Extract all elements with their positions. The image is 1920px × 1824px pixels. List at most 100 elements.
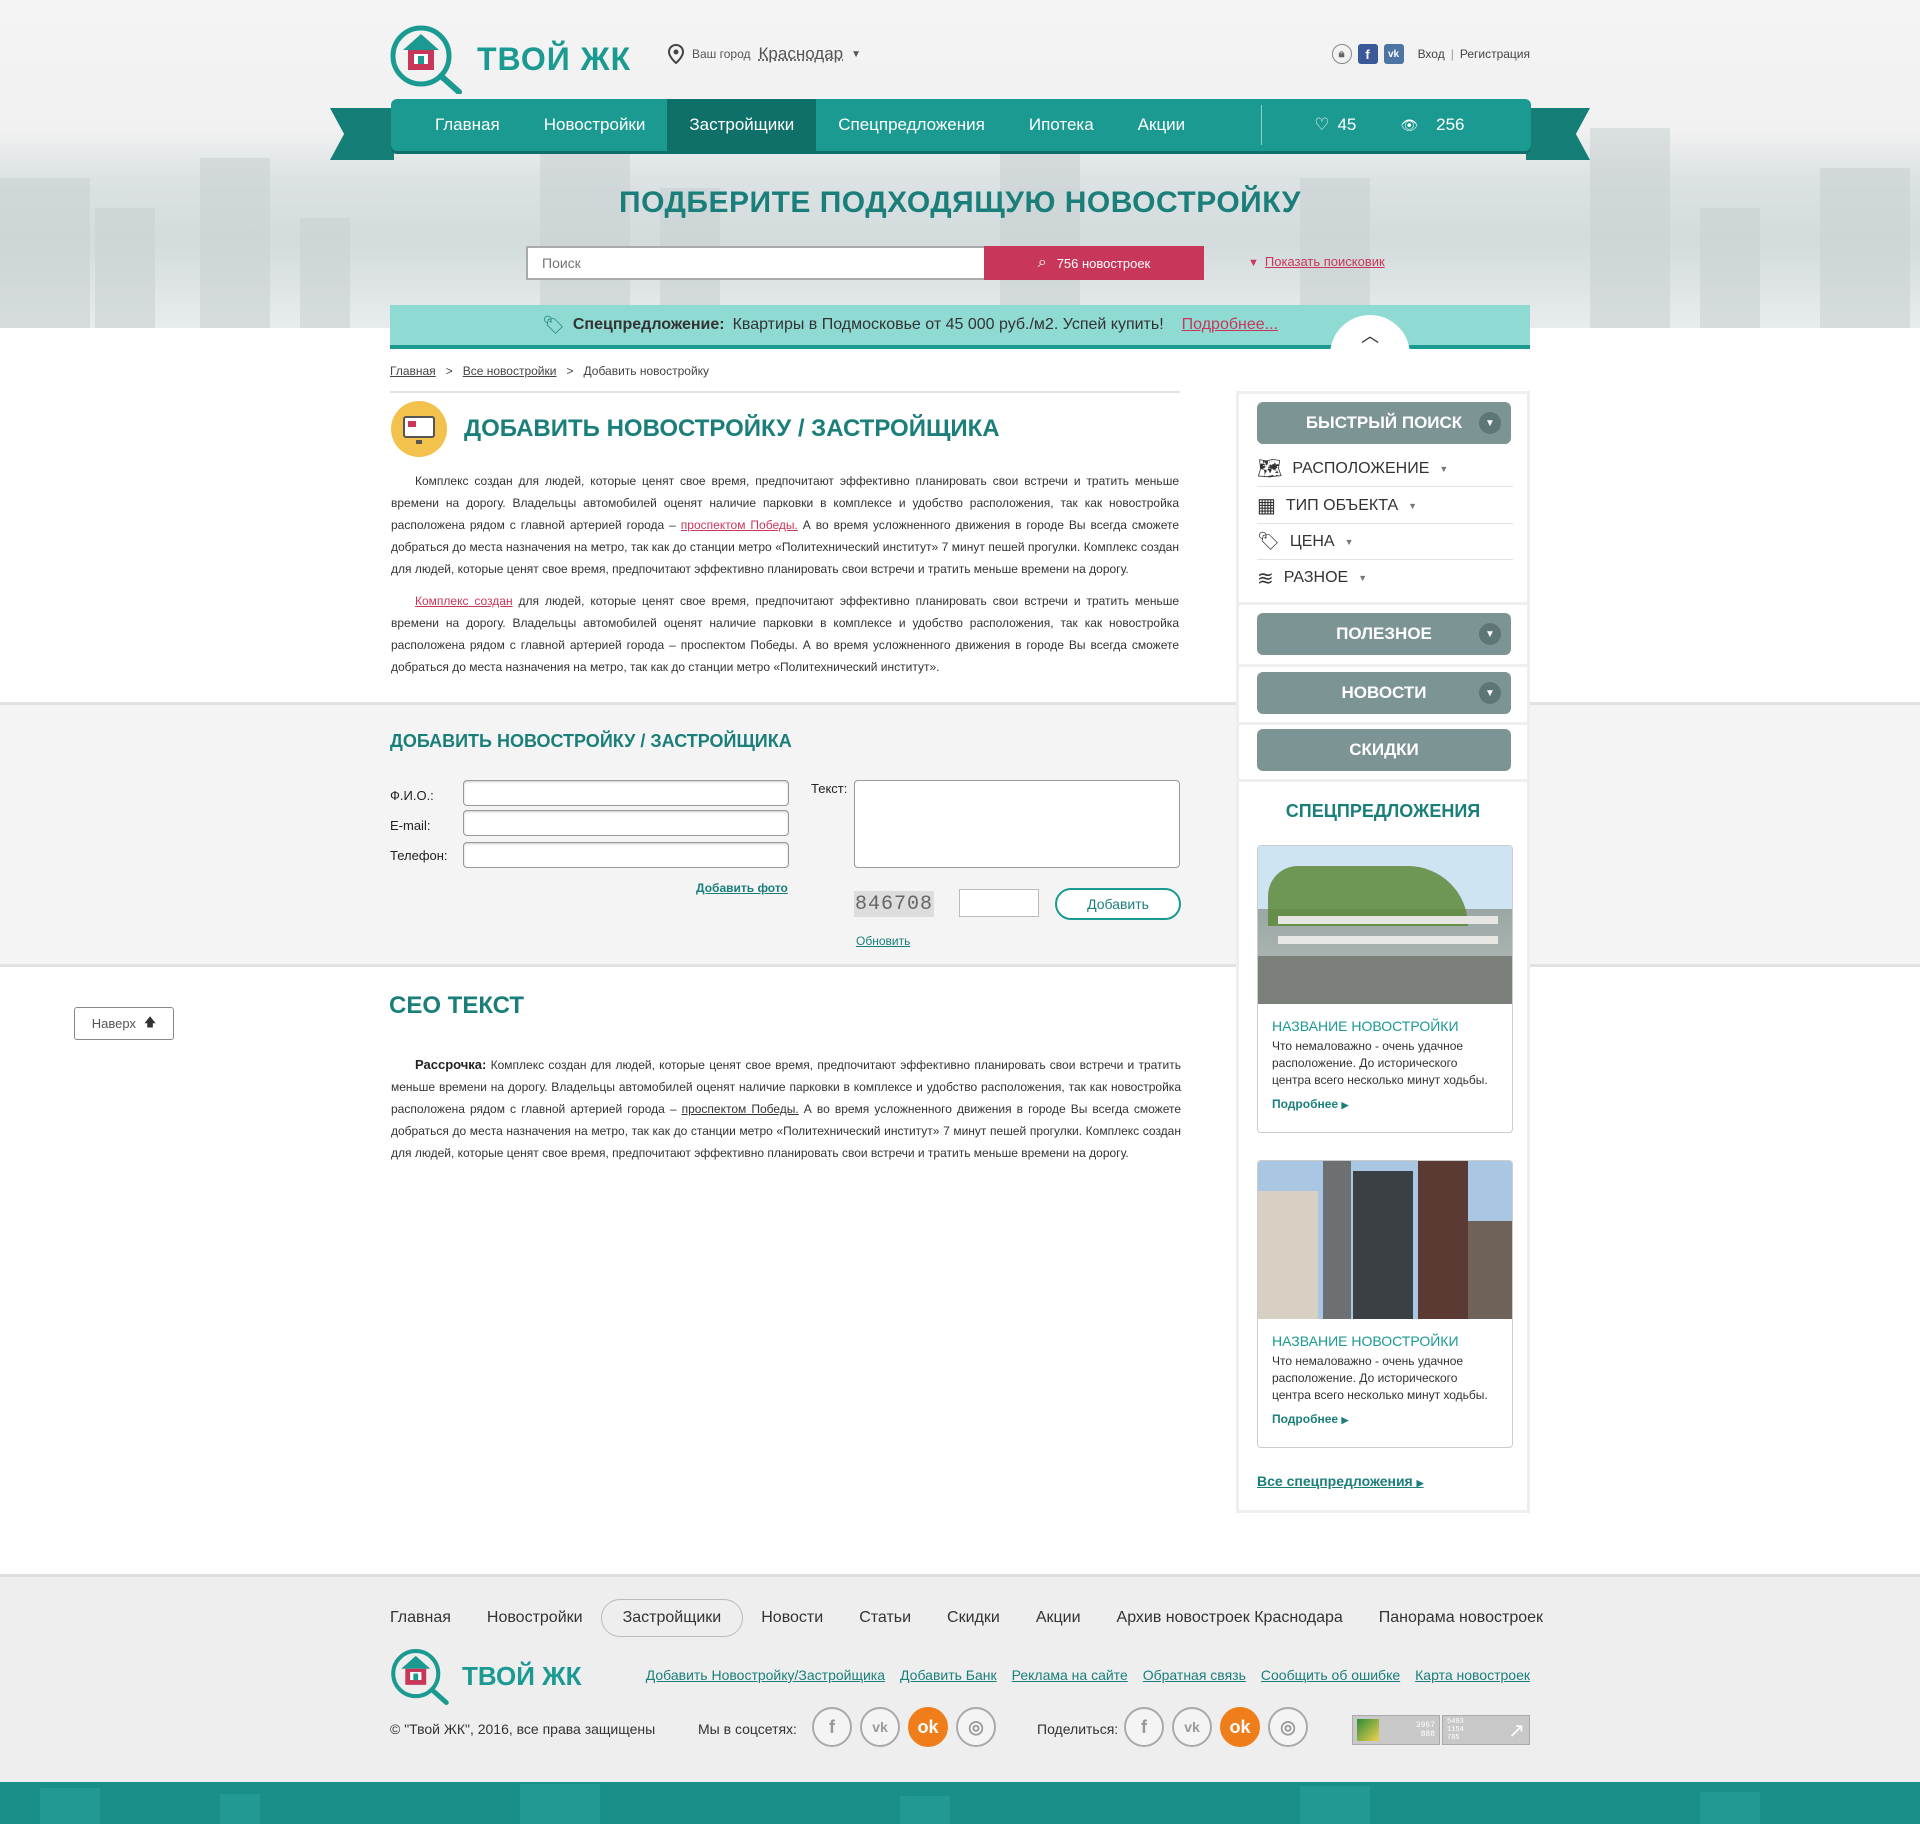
breadcrumb-all-new-buildings[interactable]: Все новостройки xyxy=(463,364,557,378)
caret-down-icon: ▼ xyxy=(1408,500,1418,511)
footer-link-panorama[interactable]: Панорама новостроек xyxy=(1361,1599,1543,1637)
captcha-refresh-link[interactable]: Обновить xyxy=(856,934,910,948)
news-button[interactable]: НОВОСТИ ▼ xyxy=(1257,672,1511,714)
all-special-offers-link[interactable]: Все спецпредложения ▶ xyxy=(1257,1473,1424,1489)
city-name[interactable]: Краснодар xyxy=(759,44,844,64)
footer-link-new-buildings[interactable]: Новостройки xyxy=(469,1599,601,1637)
offer-name: НАЗВАНИЕ НОВОСТРОЙКИ xyxy=(1272,1018,1459,1034)
seo-title: СЕО ТЕКСТ xyxy=(389,992,525,1019)
discounts-button[interactable]: СКИДКИ xyxy=(1257,729,1511,771)
back-to-top-button[interactable]: Наверх 🡅 xyxy=(74,1007,174,1040)
add-bank-link[interactable]: Добавить Банк xyxy=(900,1667,997,1683)
filter-location[interactable]: 🗺︎ РАСПОЛОЖЕНИЕ ▼ xyxy=(1257,451,1513,487)
favorites-counter[interactable]: ♡ 45 xyxy=(1314,115,1356,135)
submit-button[interactable]: Добавить xyxy=(1055,888,1181,920)
feedback-link[interactable]: Обратная связь xyxy=(1143,1667,1246,1683)
add-photo-link[interactable]: Добавить фото xyxy=(696,881,788,895)
instagram-icon[interactable]: ◎ xyxy=(956,1707,996,1747)
nav-item-developers[interactable]: Застройщики xyxy=(667,99,817,151)
skyline-building xyxy=(220,1794,260,1824)
counter-value: 785 xyxy=(1447,1734,1460,1742)
nav-item-mortgage[interactable]: Ипотека xyxy=(1007,99,1116,151)
filter-object-type[interactable]: ▦ ТИП ОБЪЕКТА ▼ xyxy=(1257,488,1513,524)
footer-link-news[interactable]: Новости xyxy=(743,1599,841,1637)
site-logo[interactable]: ТВОЙ ЖК xyxy=(389,24,631,94)
filter-price[interactable]: 🏷︎ ЦЕНА ▼ xyxy=(1257,524,1513,560)
offer-more-link[interactable]: Подробнее ▶ xyxy=(1272,1412,1498,1426)
footer-link-developers[interactable]: Застройщики xyxy=(600,1599,744,1637)
lock-icon[interactable]: 🔒︎ xyxy=(1331,44,1352,64)
useful-button[interactable]: ПОЛЕЗНОЕ ▼ xyxy=(1257,613,1511,655)
facebook-icon[interactable]: f xyxy=(812,1707,852,1747)
share-label: Поделиться: xyxy=(1037,1721,1119,1737)
offer-description: Что немаловажно - очень удачное располож… xyxy=(1272,1039,1488,1087)
search-bar: ⌕ 756 новостроек xyxy=(526,246,1204,280)
logo-text: ТВОЙ ЖК xyxy=(477,40,632,77)
victory-avenue-link[interactable]: проспектом Победы. xyxy=(681,518,798,532)
complex-link[interactable]: Комплекс создан xyxy=(415,594,513,608)
show-search-link[interactable]: ▼ Показать поисковик xyxy=(1248,254,1385,269)
footer-link-articles[interactable]: Статьи xyxy=(841,1599,929,1637)
intro-paragraph: Комплекс создан для людей, которые ценят… xyxy=(391,470,1179,580)
nav-item-promotions[interactable]: Акции xyxy=(1116,99,1208,151)
offer-more-label: Подробнее xyxy=(1272,1097,1339,1111)
promo-more-link[interactable]: Подробнее... xyxy=(1182,316,1278,334)
skyline-building xyxy=(540,128,630,328)
advertising-link[interactable]: Реклама на сайте xyxy=(1012,1667,1128,1683)
filter-misc[interactable]: ≋ РАЗНОЕ ▼ xyxy=(1257,560,1513,596)
eye-icon: 👁︎ xyxy=(1400,116,1419,133)
login-link[interactable]: Вход xyxy=(1418,47,1445,61)
captcha-input[interactable] xyxy=(959,889,1039,917)
nav-item-home[interactable]: Главная xyxy=(413,99,522,151)
instagram-share-icon[interactable]: ◎ xyxy=(1268,1707,1308,1747)
footer-link-home[interactable]: Главная xyxy=(390,1599,469,1637)
skyline-building xyxy=(1000,148,1080,328)
chevron-down-icon: ▼ xyxy=(1479,682,1501,704)
offer-card[interactable]: НАЗВАНИЕ НОВОСТРОЙКИ Что немаловажно - о… xyxy=(1257,845,1513,1133)
email-field[interactable] xyxy=(463,810,789,836)
nav-item-new-buildings[interactable]: Новостройки xyxy=(522,99,668,151)
footer-logo[interactable]: ТВОЙ ЖК xyxy=(390,1647,582,1705)
search-button[interactable]: ⌕ 756 новостроек xyxy=(984,246,1204,280)
breadcrumb-home[interactable]: Главная xyxy=(390,364,436,378)
copyright: © "Твой ЖК", 2016, все права защищены xyxy=(390,1721,656,1737)
liveinternet-counter[interactable]: 3967 888 xyxy=(1352,1715,1440,1745)
facebook-share-icon[interactable]: f xyxy=(1124,1707,1164,1747)
fio-field[interactable] xyxy=(463,780,789,806)
social-label: Мы в соцсетях: xyxy=(698,1721,797,1737)
views-counter[interactable]: 👁︎ 256 xyxy=(1400,115,1464,135)
collapse-promo-button[interactable]: ︿ xyxy=(1330,315,1410,355)
add-building-link[interactable]: Добавить Новостройку/Застройщика xyxy=(646,1667,885,1683)
city-selector[interactable]: Ваш город Краснодар ▼ xyxy=(668,44,861,64)
caret-right-icon: ▶ xyxy=(1416,1478,1424,1488)
odnoklassniki-icon[interactable]: ok xyxy=(908,1707,948,1747)
all-special-label: Все спецпредложения xyxy=(1257,1473,1413,1489)
footer-link-discounts[interactable]: Скидки xyxy=(929,1599,1018,1637)
vk-share-icon[interactable]: vk xyxy=(1172,1707,1212,1747)
register-link[interactable]: Регистрация xyxy=(1460,47,1530,61)
phone-label: Телефон: xyxy=(390,848,448,863)
news-label: НОВОСТИ xyxy=(1341,683,1427,702)
vk-icon[interactable]: vk xyxy=(1383,44,1404,64)
map-link[interactable]: Карта новостроек xyxy=(1415,1667,1530,1683)
discounts-label: СКИДКИ xyxy=(1349,740,1419,759)
phone-field[interactable] xyxy=(463,842,789,868)
footer-link-promotions[interactable]: Акции xyxy=(1018,1599,1099,1637)
quick-search-button[interactable]: БЫСТРЫЙ ПОИСК ▼ xyxy=(1257,402,1511,444)
facebook-icon[interactable]: f xyxy=(1357,44,1378,64)
offer-card[interactable]: НАЗВАНИЕ НОВОСТРОЙКИ Что немаловажно - о… xyxy=(1257,1160,1513,1448)
layers-icon: ≋ xyxy=(1257,567,1274,590)
seo-link[interactable]: проспектом Победы. xyxy=(682,1102,799,1116)
message-textarea[interactable] xyxy=(854,780,1180,868)
search-input[interactable] xyxy=(526,246,984,280)
seo-paragraph: Рассрочка: Комплекс создан для людей, ко… xyxy=(391,1054,1181,1164)
footer-link-archive[interactable]: Архив новостроек Краснодара xyxy=(1099,1599,1361,1637)
chevron-up-icon: ︿ xyxy=(1361,326,1379,346)
offer-more-link[interactable]: Подробнее ▶ xyxy=(1272,1097,1498,1111)
nav-item-special-offers[interactable]: Спецпредложения xyxy=(816,99,1007,151)
fio-label: Ф.И.О.: xyxy=(390,788,434,803)
odnoklassniki-share-icon[interactable]: ok xyxy=(1220,1707,1260,1747)
stats-counter[interactable]: 5493 1154 785 ↗ xyxy=(1442,1715,1530,1745)
report-error-link[interactable]: Сообщить об ошибке xyxy=(1261,1667,1400,1683)
vk-icon[interactable]: vk xyxy=(860,1707,900,1747)
